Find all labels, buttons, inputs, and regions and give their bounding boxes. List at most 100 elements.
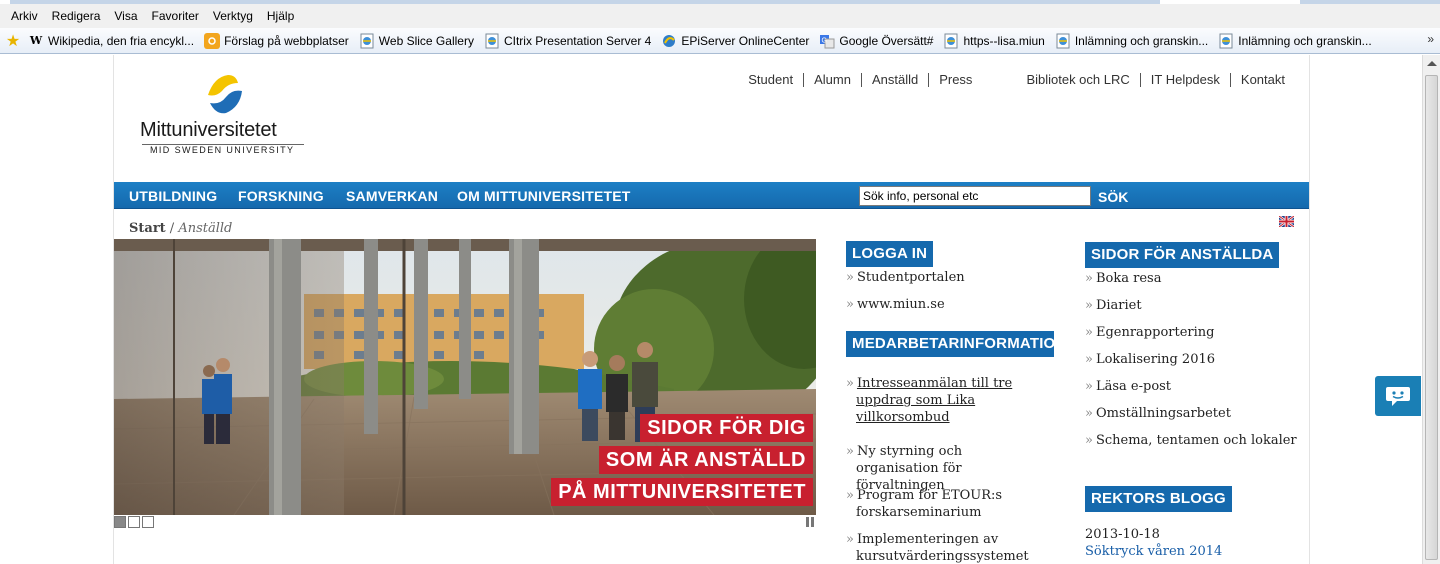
wikipedia-icon: W (29, 34, 43, 47)
link-label: Schema, tentamen och lokaler (1095, 433, 1297, 448)
site-logo[interactable]: Mittuniversitetet MID SWEDEN UNIVERSITY (140, 73, 310, 157)
favorite-lisa[interactable]: https--lisa.miun (943, 33, 1045, 49)
link-label: Diariet (1095, 298, 1142, 313)
slide-dot-1[interactable] (114, 516, 126, 528)
toplink-press[interactable]: Press (928, 73, 982, 87)
blog-post-link[interactable]: Söktryck våren 2014 (1085, 543, 1222, 560)
toplink-anstalld[interactable]: Anställd (860, 73, 928, 87)
chevron-icon: » (846, 297, 854, 312)
favorite-google-translate[interactable]: G Google Översätt# (819, 33, 933, 49)
toplink-bibliotek[interactable]: Bibliotek och LRC (1016, 73, 1139, 87)
menu-hjalp[interactable]: Hjälp (260, 9, 301, 23)
favorite-episerver[interactable]: EPiServer OnlineCenter (661, 33, 809, 49)
nav-om-mittuniversitetet[interactable]: OM MITTUNIVERSITETET (457, 188, 631, 204)
english-flag-icon[interactable] (1279, 216, 1294, 227)
staffpages-link-6[interactable]: » Omställningsarbetet (1085, 405, 1231, 422)
page-viewport: Mittuniversitetet MID SWEDEN UNIVERSITY … (0, 55, 1422, 564)
staffpages-link-7[interactable]: » Schema, tentamen och lokaler (1085, 432, 1297, 449)
logo-mark-icon (208, 75, 242, 114)
menu-visa[interactable]: Visa (107, 9, 144, 23)
item-label: Implementeringen av kursutvärderingssyst… (856, 532, 1029, 564)
login-link-miun[interactable]: » www.miun.se (846, 296, 945, 313)
svg-text:G: G (822, 37, 827, 44)
link-label: Boka resa (1095, 271, 1162, 286)
staffinfo-item-1[interactable]: » Intresseanmälan till tre uppdrag som Li… (846, 375, 1036, 426)
favorite-suggested-sites[interactable]: Förslag på webbplatser (204, 32, 349, 49)
nav-forskning[interactable]: FORSKNING (238, 188, 324, 204)
staffpages-link-1[interactable]: » Boka resa (1085, 270, 1161, 287)
favorite-label: EPiServer OnlineCenter (681, 33, 810, 48)
favorite-label: Web Slice Gallery (378, 33, 474, 48)
vertical-scrollbar[interactable] (1422, 55, 1440, 564)
google-translate-icon: G (819, 33, 835, 49)
slide-dot-2[interactable] (128, 516, 140, 528)
menu-redigera[interactable]: Redigera (45, 9, 108, 23)
nav-samverkan[interactable]: SAMVERKAN (346, 188, 438, 204)
staffpages-link-4[interactable]: » Lokalisering 2016 (1085, 351, 1215, 368)
hero-slideshow[interactable]: SIDOR FÖR DIG SOM ÄR ANSTÄLLD PÅ MITTUNI… (114, 239, 816, 515)
staffinfo-item-4[interactable]: » Implementeringen av kursutvärderingssys… (846, 531, 1046, 564)
staffinfo-item-3[interactable]: » Program för ETOUR:s forskarseminarium (846, 487, 1046, 521)
scrollbar-thumb[interactable] (1425, 75, 1438, 560)
toplink-it-helpdesk[interactable]: IT Helpdesk (1139, 73, 1230, 87)
chevron-icon: » (846, 376, 854, 391)
search-button[interactable]: SÖK (1098, 189, 1128, 205)
link-label: Lokalisering 2016 (1095, 352, 1216, 367)
breadcrumb-current: Anställd (178, 221, 233, 236)
main-nav: UTBILDNING FORSKNING SAMVERKAN OM MITTUN… (114, 182, 1309, 209)
hero-banner-line-3: PÅ MITTUNIVERSITETET (551, 478, 813, 506)
favorites-overflow-chevron-icon[interactable]: » (1427, 32, 1434, 46)
staffinfo-heading: MEDARBETARINFORMATION (846, 331, 1066, 357)
link-label: www.miun.se (856, 297, 945, 312)
staffpages-link-2[interactable]: » Diariet (1085, 297, 1142, 314)
ie-page-icon (943, 33, 959, 49)
search-input[interactable]: Sök info, personal etc (859, 186, 1091, 206)
item-label: Program för ETOUR:s forskarseminarium (856, 488, 1003, 520)
slideshow-pause-icon[interactable] (806, 517, 816, 527)
breadcrumb-start[interactable]: Start (129, 221, 166, 236)
menu-favoriter[interactable]: Favoriter (145, 9, 206, 23)
chevron-icon: » (1085, 325, 1093, 340)
chat-widget-button[interactable] (1375, 376, 1421, 416)
staffpages-link-3[interactable]: » Egenrapportering (1085, 324, 1214, 341)
favorite-inlamning-2[interactable]: Inlämning och granskin... (1218, 33, 1372, 49)
logo-name: Mittuniversitetet (140, 119, 277, 141)
favorites-bar: ★ W Wikipedia, den fria encykl... Försla… (0, 28, 1440, 54)
breadcrumb-separator: / (165, 221, 179, 236)
toplink-student[interactable]: Student (738, 73, 803, 87)
favorite-web-slice[interactable]: Web Slice Gallery (359, 33, 474, 49)
favorite-label: https--lisa.miun (963, 33, 1045, 48)
toplink-alumn[interactable]: Alumn (803, 73, 861, 87)
favorite-label: Förslag på webbplatser (224, 33, 349, 48)
web-slice-icon (359, 33, 375, 49)
menu-verktyg[interactable]: Verktyg (206, 9, 260, 23)
favorite-inlamning-1[interactable]: Inlämning och granskin... (1055, 33, 1208, 49)
favorite-label: Inlämning och granskin... (1074, 33, 1209, 48)
ie-page-icon (1055, 33, 1071, 49)
favorite-label: CItrix Presentation Server 4 (503, 33, 652, 48)
staffpages-heading: SIDOR FÖR ANSTÄLLDA (1085, 242, 1280, 268)
staffpages-link-5[interactable]: » Läsa e-post (1085, 378, 1171, 395)
menu-arkiv[interactable]: Arkiv (4, 9, 45, 23)
link-label: Egenrapportering (1095, 325, 1215, 340)
chevron-icon: » (1085, 406, 1093, 421)
login-link-studentportalen[interactable]: » Studentportalen (846, 269, 965, 286)
link-label: Omställningsarbetet (1095, 406, 1231, 421)
favorites-star-icon[interactable]: ★ (4, 32, 22, 50)
toplink-kontakt[interactable]: Kontakt (1229, 73, 1285, 87)
favorite-label: Inlämning och granskin... (1238, 33, 1372, 48)
hero-banner-line-2: SOM ÄR ANSTÄLLD (598, 446, 813, 474)
slide-dot-3[interactable] (142, 516, 154, 528)
nav-utbildning[interactable]: UTBILDNING (129, 188, 217, 204)
suggested-sites-icon (204, 32, 221, 49)
menu-bar: Arkiv Redigera Visa Favoriter Verktyg Hj… (0, 4, 1440, 28)
ie-page-icon (1218, 33, 1234, 49)
blog-heading: REKTORS BLOGG (1085, 486, 1232, 512)
scroll-up-arrow-icon[interactable] (1427, 61, 1437, 66)
logo-subtitle: MID SWEDEN UNIVERSITY (150, 145, 295, 155)
favorite-wikipedia[interactable]: W Wikipedia, den fria encykl... (28, 33, 194, 49)
favorite-citrix[interactable]: CItrix Presentation Server 4 (484, 33, 651, 49)
chevron-icon: » (1085, 433, 1093, 448)
chevron-icon: » (1085, 379, 1093, 394)
chat-bubble-icon (1386, 387, 1410, 406)
